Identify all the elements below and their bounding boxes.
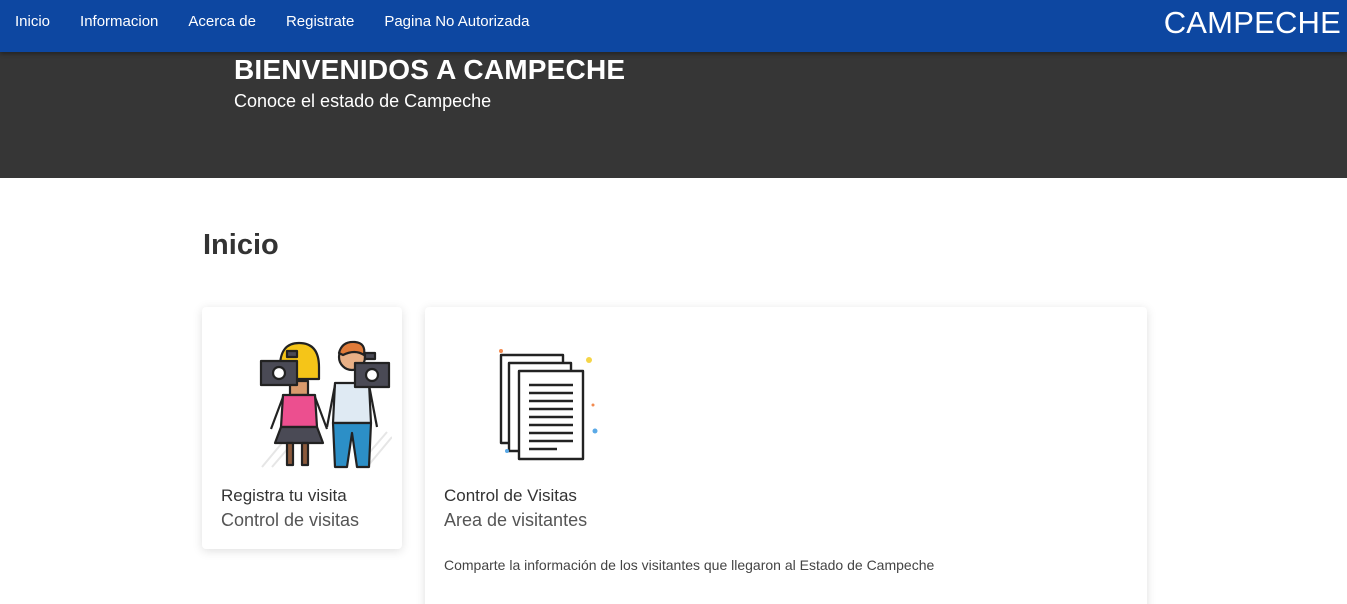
card-title: Control de Visitas [444,486,577,505]
top-navbar: Inicio Informacion Acerca de Registrate … [0,0,1347,52]
hero-title: BIENVENIDOS A CAMPECHE [234,54,626,85]
nav-link-informacion[interactable]: Informacion [65,0,173,44]
hero-banner: BIENVENIDOS A CAMPECHE Conoce el estado … [0,52,1347,178]
nav-link-inicio[interactable]: Inicio [0,0,65,44]
nav-link-acerca-de[interactable]: Acerca de [173,0,271,44]
card-subtitle: Control de visitas [221,510,360,530]
nav-link-pagina-no-autorizada[interactable]: Pagina No Autorizada [369,0,544,44]
tourists-with-cameras-illustration [259,340,392,469]
nav-link-registrate[interactable]: Registrate [271,0,369,44]
card-registra-visita[interactable]: Registra tu visita Control de visitas [202,307,402,549]
card-title: Registra tu visita [221,486,347,505]
nav-links: Inicio Informacion Acerca de Registrate … [0,0,544,44]
brand-logo-text[interactable]: CAMPECHE [1164,3,1341,43]
card-subtitle: Area de visitantes [444,510,588,530]
hero-subtitle: Conoce el estado de Campeche [234,91,492,111]
page-title: Inicio [203,229,279,261]
documents-stack-illustration [499,349,598,461]
card-control-visitas[interactable]: Control de Visitas Area de visitantes Co… [425,307,1147,604]
card-description: Comparte la información de los visitante… [444,557,935,573]
